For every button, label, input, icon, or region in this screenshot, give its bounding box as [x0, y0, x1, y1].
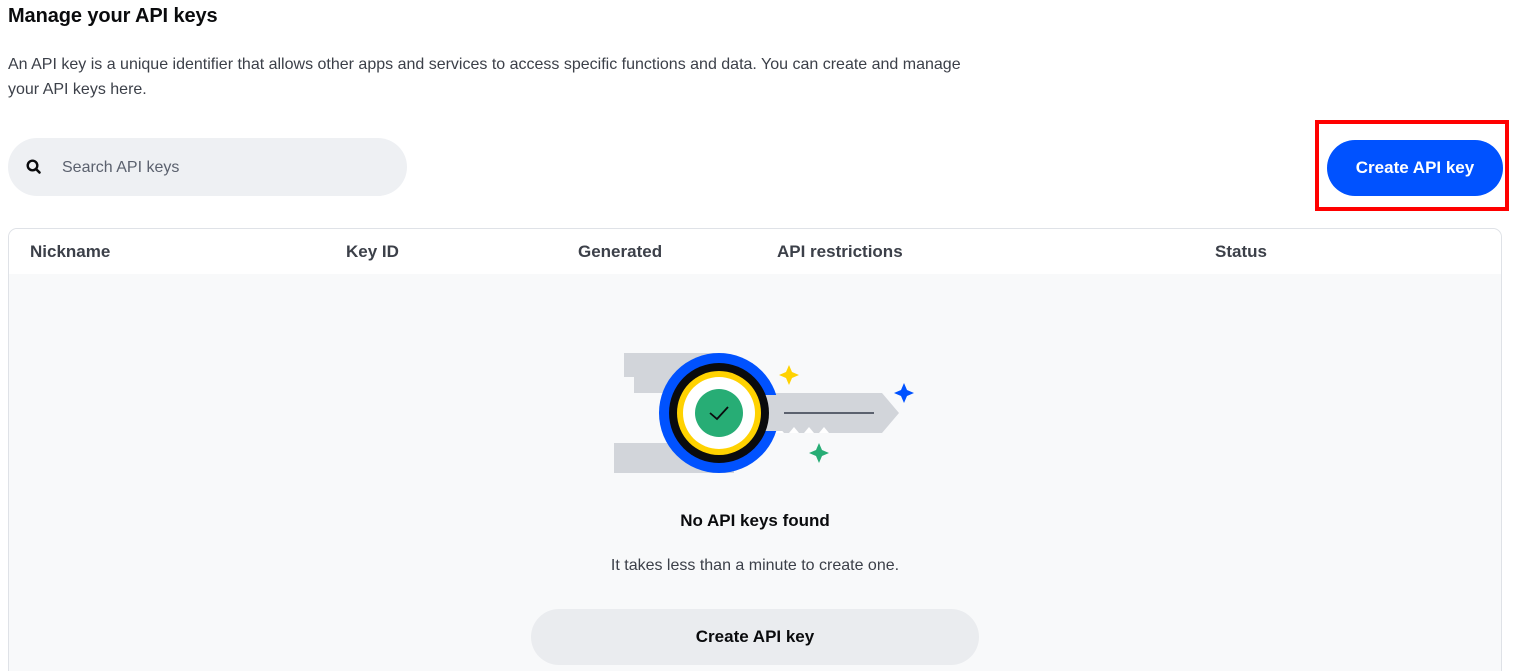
search-icon [26, 159, 41, 174]
table-header: Nickname Key ID Generated API restrictio… [9, 229, 1501, 274]
column-header-generated[interactable]: Generated [578, 242, 662, 262]
api-keys-page: Manage your API keys An API key is a uni… [0, 0, 1518, 671]
key-check-illustration [614, 353, 914, 473]
search-input[interactable] [60, 138, 394, 198]
column-header-status[interactable]: Status [1215, 242, 1267, 262]
api-keys-table: Nickname Key ID Generated API restrictio… [8, 228, 1502, 671]
search-box[interactable] [8, 138, 407, 198]
column-header-key-id[interactable]: Key ID [346, 242, 399, 262]
column-header-nickname[interactable]: Nickname [30, 242, 110, 262]
empty-state-subtitle: It takes less than a minute to create on… [610, 557, 900, 574]
create-api-key-button[interactable]: Create API key [1327, 140, 1503, 196]
empty-state-create-button[interactable]: Create API key [531, 609, 979, 665]
page-title: Manage your API keys [8, 5, 218, 27]
empty-state-title: No API keys found [680, 511, 830, 530]
column-header-api-restrictions[interactable]: API restrictions [777, 242, 903, 262]
page-description: An API key is a unique identifier that a… [8, 56, 961, 98]
